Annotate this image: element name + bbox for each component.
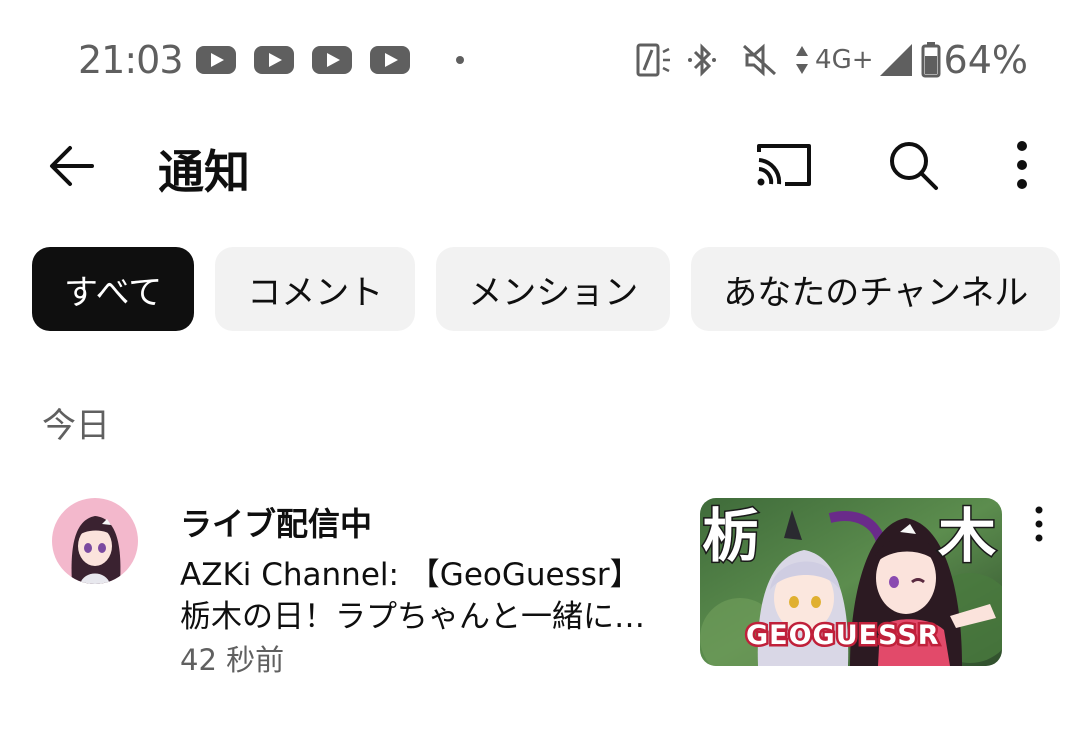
chip-mentions[interactable]: メンション [436, 247, 671, 331]
network-type: 4G+ [815, 45, 874, 75]
nfc-icon [636, 43, 671, 77]
chip-comments[interactable]: コメント [215, 247, 416, 331]
chip-your-channel[interactable]: あなたのチャンネル [691, 247, 1061, 331]
youtube-icon [312, 46, 352, 74]
notification-heading: ライブ配信中 [180, 505, 373, 543]
status-bar: 21:03 4G+ 64% [0, 0, 1080, 120]
mute-icon [743, 43, 777, 77]
search-icon [890, 142, 938, 190]
chip-all[interactable]: すべて [32, 247, 195, 331]
bluetooth-icon [688, 43, 717, 77]
back-button[interactable] [44, 138, 100, 194]
cast-button[interactable] [755, 138, 815, 194]
status-system-icons: 4G+ 64% [635, 38, 1028, 82]
notification-timestamp: 42 秒前 [180, 643, 285, 677]
avatar [52, 498, 138, 584]
notification-item[interactable]: ライブ配信中 AZKi Channel: 【GeoGuessr】栃木の日！ラプち… [0, 488, 1080, 688]
notification-text: ライブ配信中 AZKi Channel: 【GeoGuessr】栃木の日！ラプち… [180, 502, 680, 680]
section-label-today: 今日 [42, 406, 110, 446]
youtube-icon [196, 46, 236, 74]
page-title: 通知 [158, 145, 250, 199]
more-vert-icon [1017, 141, 1027, 189]
signal-icon [879, 44, 912, 76]
app-bar: 通知 [0, 120, 1080, 212]
notification-body: AZKi Channel: 【GeoGuessr】栃木の日！ラプちゃんと一緒に栃… [180, 557, 645, 635]
youtube-icon [254, 46, 294, 74]
battery-icon [921, 42, 941, 78]
more-options-button[interactable] [1002, 136, 1042, 194]
data-arrows-icon [796, 46, 809, 74]
status-time: 21:03 [78, 38, 184, 82]
filter-chips: すべて コメント メンション あなたのチャンネル [32, 247, 1080, 331]
thumbnail-right-text: 木 [938, 502, 996, 570]
battery-level: 64% [943, 38, 1028, 82]
video-thumbnail[interactable]: 栃 木 GEOGUESSR [700, 498, 1002, 666]
search-button[interactable] [884, 136, 942, 194]
more-notifications-dot-icon [456, 56, 464, 64]
youtube-icon [370, 46, 410, 74]
thumbnail-logo-text: GEOGUESSR [746, 620, 940, 651]
notification-more-button[interactable] [1026, 502, 1052, 550]
cast-icon [757, 144, 811, 186]
more-vert-icon [1035, 506, 1043, 542]
thumbnail-left-text: 栃 [702, 502, 760, 570]
status-notification-icons [196, 46, 464, 74]
back-arrow-icon [50, 146, 94, 186]
